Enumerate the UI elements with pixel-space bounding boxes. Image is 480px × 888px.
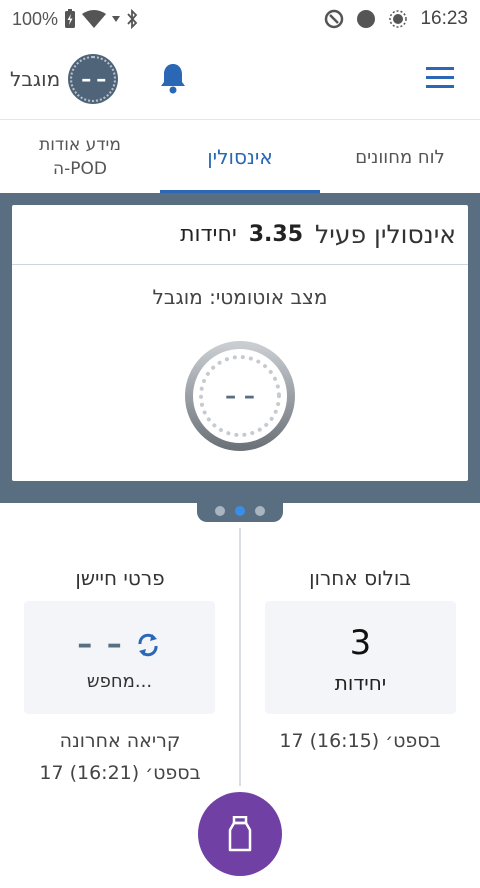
status-right: 16:23 — [324, 7, 468, 31]
active-insulin-header: אינסולין פעיל 3.35 יחידות — [12, 205, 468, 265]
sensor-value-row: – – — [24, 627, 215, 662]
insulin-gauge-value: – – — [225, 384, 255, 409]
active-insulin-value: 3.35 — [248, 222, 304, 247]
bluetooth-icon — [127, 9, 138, 29]
app-header: מוגבל – – — [0, 38, 480, 120]
active-insulin-unit: יחידות — [180, 222, 237, 247]
status-bar: 100% 16:23 — [0, 0, 480, 38]
refresh-icon — [138, 633, 158, 656]
sensor-search-status: מחפש... — [86, 671, 153, 692]
sensor-title: פרטי חיישן — [75, 566, 165, 590]
mode-status-label: מוגבל — [10, 67, 61, 91]
battery-charging-icon — [65, 9, 76, 28]
dropdown-arrow-icon — [112, 16, 121, 22]
sensor-value: – – — [77, 627, 124, 662]
tab-pod-info-line2: ה-POD — [53, 159, 107, 179]
tab-pod-info-label: מידע אודות ה-POD — [39, 133, 121, 181]
column-divider — [239, 528, 241, 786]
mode-status-value: – – — [81, 67, 106, 91]
tab-bar: לוח מחוונים אינסולין מידע אודות ה-POD — [0, 121, 480, 193]
mode-status[interactable]: מוגבל – – — [10, 56, 117, 102]
pager-dot[interactable] — [255, 506, 265, 516]
circle-status-icon — [357, 10, 376, 28]
sensor-box[interactable]: – – מחפש... — [24, 601, 215, 714]
insulin-gauge: – – — [185, 341, 295, 451]
active-insulin-card: אינסולין פעיל 3.35 יחידות מצב אוטומטי: מ… — [12, 205, 468, 481]
insulin-vial-icon — [228, 816, 252, 852]
last-reading-label: קריאה אחרונה — [59, 730, 181, 752]
battery-percent: 100% — [12, 8, 59, 29]
auto-mode-status: מצב אוטומטי: מוגבל — [152, 285, 328, 309]
last-bolus-time: 17 בספט׳ (16:15) — [279, 730, 441, 752]
wifi-icon — [82, 10, 107, 28]
carousel-pager[interactable] — [197, 500, 283, 522]
tab-insulin[interactable]: אינסולין — [160, 121, 320, 193]
location-icon — [389, 10, 408, 28]
last-bolus-box[interactable]: 3 יחידות — [265, 601, 456, 714]
bolus-fab-button[interactable] — [198, 792, 282, 876]
pager-dot-active[interactable] — [235, 506, 245, 516]
active-insulin-title: אינסולין פעיל — [315, 220, 456, 249]
mode-status-badge: – – — [70, 56, 117, 102]
notifications-bell-icon[interactable] — [158, 62, 188, 94]
pager-dot[interactable] — [215, 506, 225, 516]
do-not-disturb-icon — [325, 9, 344, 29]
last-bolus-amount: 3 — [349, 623, 372, 663]
tab-pod-info[interactable]: מידע אודות ה-POD — [0, 121, 160, 193]
insulin-carousel[interactable]: אינסולין פעיל 3.35 יחידות מצב אוטומטי: מ… — [0, 193, 480, 503]
hamburger-menu-icon[interactable] — [426, 67, 454, 89]
status-time: 16:23 — [420, 8, 468, 29]
status-left: 100% — [12, 7, 138, 31]
tab-pod-info-line1: מידע אודות — [39, 135, 121, 155]
last-bolus-unit: יחידות — [334, 671, 387, 695]
last-bolus-title: בולוס אחרון — [309, 566, 411, 590]
last-reading-time: 17 בספט׳ (16:21) — [39, 762, 201, 784]
tab-dashboard[interactable]: לוח מחוונים — [320, 121, 480, 193]
